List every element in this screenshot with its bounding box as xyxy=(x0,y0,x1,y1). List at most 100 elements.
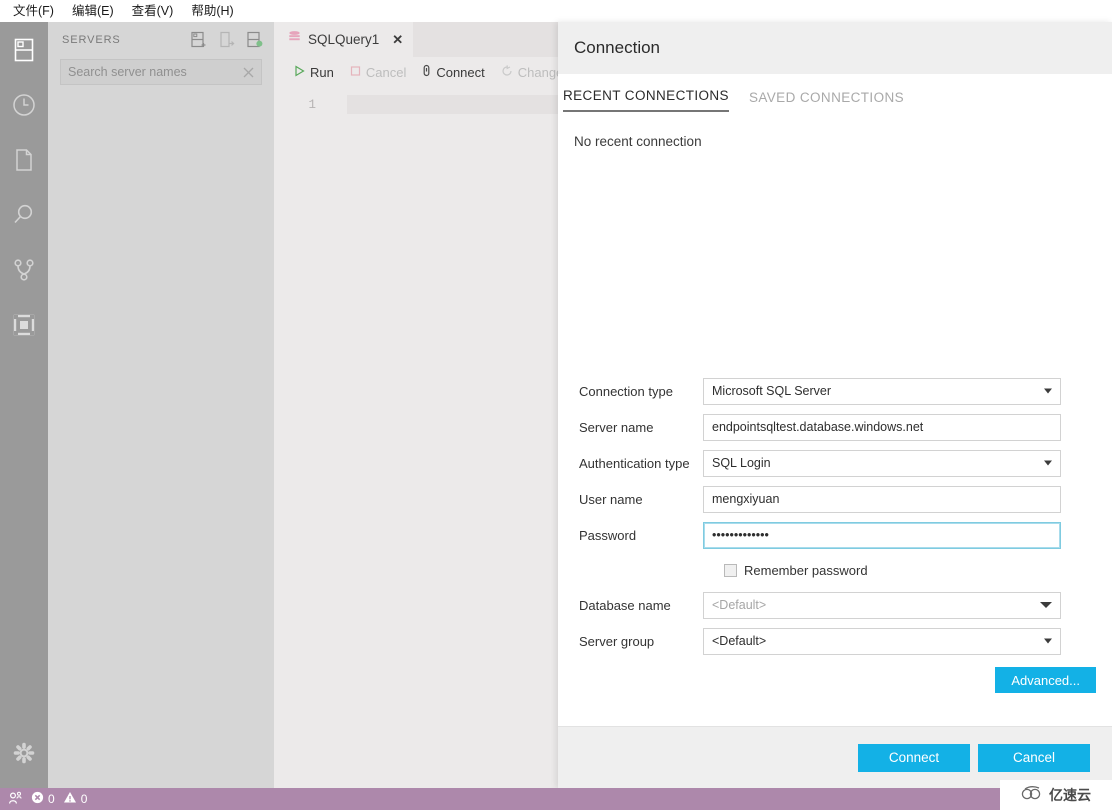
menu-edit[interactable]: 编辑(E) xyxy=(63,1,123,22)
database-name-label: Database name xyxy=(558,598,703,613)
gear-icon xyxy=(11,740,37,766)
menu-help[interactable]: 帮助(H) xyxy=(182,1,242,22)
connection-type-label: Connection type xyxy=(558,384,703,399)
sidebar-title: SERVERS xyxy=(62,34,184,46)
server-group-label: Server group xyxy=(558,634,703,649)
database-icon xyxy=(288,30,301,49)
activity-item-extensions[interactable] xyxy=(0,297,48,352)
play-triangle-icon xyxy=(294,65,305,80)
connection-type-value: Microsoft SQL Server xyxy=(703,378,1061,405)
database-name-value: <Default> xyxy=(703,592,1061,619)
plug-icon xyxy=(422,64,431,80)
warning-triangle-icon xyxy=(63,791,77,807)
password-field[interactable] xyxy=(703,522,1061,549)
activity-item-history[interactable] xyxy=(0,77,48,132)
editor-tab-label: SQLQuery1 xyxy=(308,32,379,47)
error-count: 0 xyxy=(48,792,55,806)
password-input[interactable] xyxy=(703,522,1061,549)
activity-item-files[interactable] xyxy=(0,132,48,187)
warning-count: 0 xyxy=(81,792,88,806)
add-server-group-icon[interactable] xyxy=(212,26,240,54)
watermark: 亿速云 xyxy=(1000,780,1112,810)
database-name-select[interactable]: <Default> xyxy=(703,592,1061,619)
application-window: 文件(F) 编辑(E) 查看(V) 帮助(H) xyxy=(0,0,1112,810)
activity-item-search[interactable] xyxy=(0,187,48,242)
connect-button[interactable]: Connect xyxy=(416,62,490,82)
user-name-value: mengxiyuan xyxy=(703,486,1061,513)
active-connections-icon[interactable] xyxy=(240,26,268,54)
advanced-button[interactable]: Advanced... xyxy=(995,667,1096,693)
dialog-header: Connection xyxy=(558,22,1112,74)
field-row-server-group: Server group <Default> xyxy=(558,627,1112,655)
server-search-box[interactable] xyxy=(60,59,262,85)
field-row-server-name: Server name endpointsqltest.database.win… xyxy=(558,413,1112,441)
no-recent-connection-message: No recent connection xyxy=(574,134,1112,149)
run-button[interactable]: Run xyxy=(288,63,340,82)
tab-recent-connections[interactable]: RECENT CONNECTIONS xyxy=(563,88,729,112)
gutter-line-number: 1 xyxy=(296,98,316,112)
remember-password-row[interactable]: Remember password xyxy=(724,557,1112,583)
user-name-label: User name xyxy=(558,492,703,507)
field-row-database-name: Database name <Default> xyxy=(558,591,1112,619)
remote-account-icon xyxy=(8,791,23,808)
dialog-footer: Connect Cancel xyxy=(558,726,1112,788)
advanced-row: Advanced... xyxy=(558,667,1112,693)
file-page-icon xyxy=(12,147,36,173)
authentication-type-value: SQL Login xyxy=(703,450,1061,477)
tab-saved-connections[interactable]: SAVED CONNECTIONS xyxy=(749,90,904,112)
editor-tab-sqlquery1[interactable]: SQLQuery1 ✕ xyxy=(274,22,413,57)
status-problems[interactable]: 0 0 xyxy=(31,791,87,807)
authentication-type-label: Authentication type xyxy=(558,456,703,471)
run-label: Run xyxy=(310,65,334,80)
remember-password-checkbox[interactable] xyxy=(724,564,737,577)
activity-item-source-control[interactable] xyxy=(0,242,48,297)
connect-label: Connect xyxy=(436,65,484,80)
source-control-branch-icon xyxy=(12,257,36,283)
dialog-title: Connection xyxy=(574,38,660,58)
menu-file[interactable]: 文件(F) xyxy=(4,1,63,22)
server-name-label: Server name xyxy=(558,420,703,435)
activity-bar xyxy=(0,22,48,788)
watermark-text: 亿速云 xyxy=(1049,785,1091,805)
field-row-authentication-type: Authentication type SQL Login xyxy=(558,449,1112,477)
connect-submit-button[interactable]: Connect xyxy=(858,744,970,772)
search-icon xyxy=(11,202,37,228)
field-row-password: Password xyxy=(558,521,1112,549)
user-name-field[interactable]: mengxiyuan xyxy=(703,486,1061,513)
menu-bar: 文件(F) 编辑(E) 查看(V) 帮助(H) xyxy=(0,0,1112,22)
close-x-icon[interactable]: ✕ xyxy=(392,32,403,48)
history-clock-icon xyxy=(11,92,37,118)
activity-item-servers[interactable] xyxy=(0,22,48,77)
server-name-value: endpointsqltest.database.windows.net xyxy=(703,414,1061,441)
search-input[interactable] xyxy=(68,65,239,79)
field-row-connection-type: Connection type Microsoft SQL Server xyxy=(558,377,1112,405)
servers-sidebar: SERVERS xyxy=(48,22,274,788)
sidebar-header: SERVERS xyxy=(48,22,274,57)
menu-view[interactable]: 查看(V) xyxy=(123,1,183,22)
password-label: Password xyxy=(558,528,703,543)
connection-type-select[interactable]: Microsoft SQL Server xyxy=(703,378,1061,405)
servers-icon xyxy=(12,37,36,63)
dialog-tab-bar: RECENT CONNECTIONS SAVED CONNECTIONS xyxy=(558,74,1112,112)
change-connection-icon xyxy=(501,65,513,80)
server-group-select[interactable]: <Default> xyxy=(703,628,1061,655)
cancel-query-label: Cancel xyxy=(366,65,406,80)
activity-item-settings[interactable] xyxy=(0,725,48,780)
server-group-value: <Default> xyxy=(703,628,1061,655)
field-row-user-name: User name mengxiyuan xyxy=(558,485,1112,513)
status-bar: 0 0 xyxy=(0,788,1112,810)
authentication-type-select[interactable]: SQL Login xyxy=(703,450,1061,477)
server-name-field[interactable]: endpointsqltest.database.windows.net xyxy=(703,414,1061,441)
cloud-logo-icon xyxy=(1021,785,1045,806)
error-circle-icon xyxy=(31,791,44,807)
dialog-recent-list: No recent connection xyxy=(558,112,1112,352)
add-connection-icon[interactable] xyxy=(184,26,212,54)
cancel-dialog-button[interactable]: Cancel xyxy=(978,744,1090,772)
clear-x-icon[interactable] xyxy=(239,63,257,81)
stop-square-icon xyxy=(350,65,361,80)
status-remote-indicator[interactable] xyxy=(8,791,23,808)
remember-password-label: Remember password xyxy=(744,563,868,578)
connection-dialog: Connection RECENT CONNECTIONS SAVED CONN… xyxy=(558,22,1112,788)
cancel-query-button[interactable]: Cancel xyxy=(344,63,412,82)
extensions-icon xyxy=(11,312,37,338)
